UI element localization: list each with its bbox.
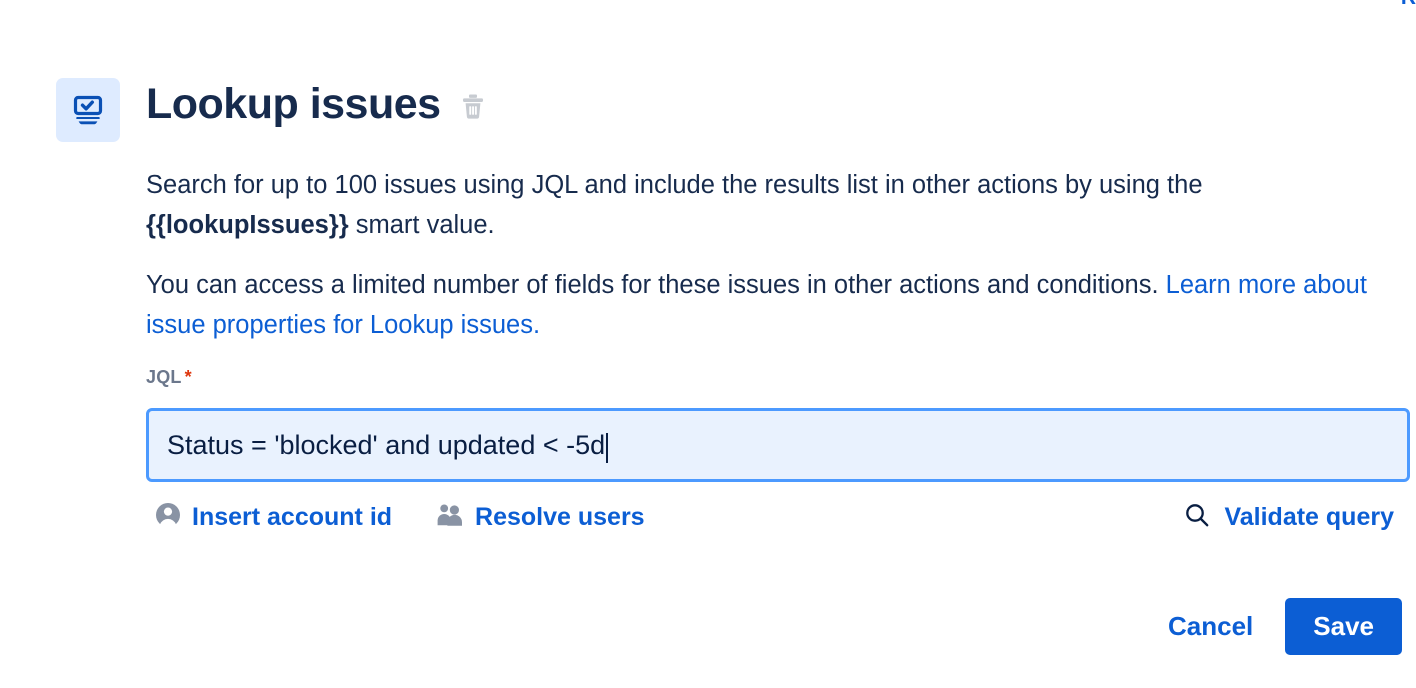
jql-field-label: JQL *: [146, 367, 192, 388]
save-button[interactable]: Save: [1285, 598, 1402, 655]
smart-value-token: {{lookupIssues}}: [146, 211, 349, 239]
validate-query-label: Validate query: [1224, 502, 1394, 531]
panel-header: Lookup issues: [56, 78, 486, 142]
resolve-users-button[interactable]: Resolve users: [436, 502, 645, 533]
trash-icon[interactable]: [460, 92, 486, 122]
insert-account-id-label: Insert account id: [192, 502, 393, 531]
insert-account-id-button[interactable]: Insert account id: [155, 502, 392, 533]
jql-label-text: JQL: [146, 367, 182, 387]
jql-helper-links: Insert account id Resolve users Validate…: [155, 497, 1410, 537]
search-icon: [1184, 502, 1210, 533]
description-text-2a: You can access a limited number of field…: [146, 271, 1166, 299]
required-marker: *: [184, 367, 192, 387]
description-paragraph-1: Search for up to 100 issues using JQL an…: [146, 165, 1371, 245]
jql-input-value: Status = 'blocked' and updated < -5d: [167, 429, 606, 460]
text-caret: [606, 433, 609, 463]
people-icon: [436, 502, 464, 533]
panel-footer: Cancel Save: [1154, 598, 1402, 655]
title-row: Lookup issues: [146, 80, 486, 129]
jql-input[interactable]: Status = 'blocked' and updated < -5d: [146, 408, 1410, 482]
page-title: Lookup issues: [146, 80, 441, 128]
lookup-issues-icon: [56, 78, 120, 142]
description-paragraph-2: You can access a limited number of field…: [146, 265, 1371, 345]
validate-query-button[interactable]: Validate query: [1184, 502, 1394, 533]
lookup-issues-panel: R Lookup issues: [0, 0, 1416, 688]
cancel-button[interactable]: Cancel: [1154, 603, 1267, 650]
person-icon: [155, 502, 181, 533]
description-text-1a: Search for up to 100 issues using JQL an…: [146, 171, 1203, 199]
description-text-1b: smart value.: [348, 211, 495, 239]
top-right-clipped-link[interactable]: R: [1401, 0, 1416, 8]
resolve-users-label: Resolve users: [475, 502, 645, 531]
